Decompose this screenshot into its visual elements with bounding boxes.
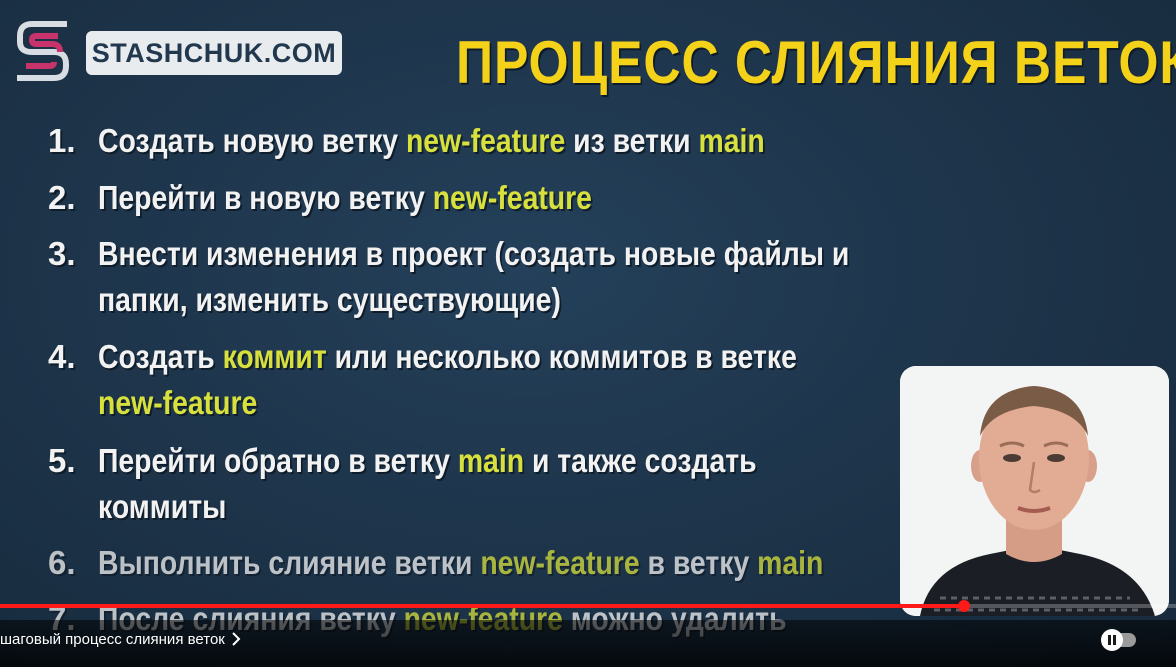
step-text: Перейти обратно в ветку (98, 442, 458, 479)
branch-name: main (457, 442, 525, 479)
presenter-webcam (900, 366, 1169, 616)
step-text: Перейти в новую ветку (98, 179, 433, 216)
branch-name: new-feature (480, 544, 640, 581)
step-text: коммиты (98, 488, 227, 525)
step-text: Внести изменения в проект (создать новые… (98, 235, 850, 272)
step-number: 4. (48, 338, 76, 375)
progress-bar[interactable] (0, 600, 1176, 612)
branch-name: main (757, 544, 824, 581)
branch-name: new-feature (432, 179, 592, 216)
chapter-title: шаговый процесс слияния веток (0, 630, 225, 648)
step-text: Выполнить слияние ветки (98, 544, 481, 581)
step-text: и также создать (524, 442, 757, 479)
step-text: в ветку (639, 544, 758, 581)
branch-name: main (698, 122, 765, 159)
step-number: 2. (48, 179, 76, 216)
step-number: 3. (48, 235, 76, 272)
slide-title: ПРОЦЕСС СЛИЯНИЯ ВЕТОК (456, 29, 1176, 96)
step-number: 1. (48, 122, 76, 159)
progress-played (0, 604, 965, 608)
step-text: или несколько коммитов в ветке (326, 338, 797, 375)
step-number: 5. (48, 442, 76, 479)
branch-name: new-feature (98, 384, 258, 421)
step-number: 6. (48, 544, 76, 581)
commit-term: коммит (222, 338, 327, 375)
step-text: Создать новую ветку (98, 122, 406, 159)
chapter-title-button[interactable]: шаговый процесс слияния веток (0, 628, 241, 650)
stashchuk-logo-icon (17, 21, 69, 81)
video-frame[interactable]: STASHCHUK.COM ПРОЦЕСС СЛИЯНИЯ ВЕТОК 1. С… (0, 0, 1176, 667)
brand-badge: STASHCHUK.COM (86, 31, 342, 75)
presenter-image (900, 366, 1169, 616)
step-text: папки, изменить существующие) (98, 281, 561, 318)
step-text: Создать (98, 338, 223, 375)
pause-toggle-icon[interactable] (1098, 627, 1142, 653)
chevron-right-icon (232, 632, 241, 646)
branch-name: new-feature (405, 122, 566, 159)
step-text: из ветки (565, 122, 699, 159)
